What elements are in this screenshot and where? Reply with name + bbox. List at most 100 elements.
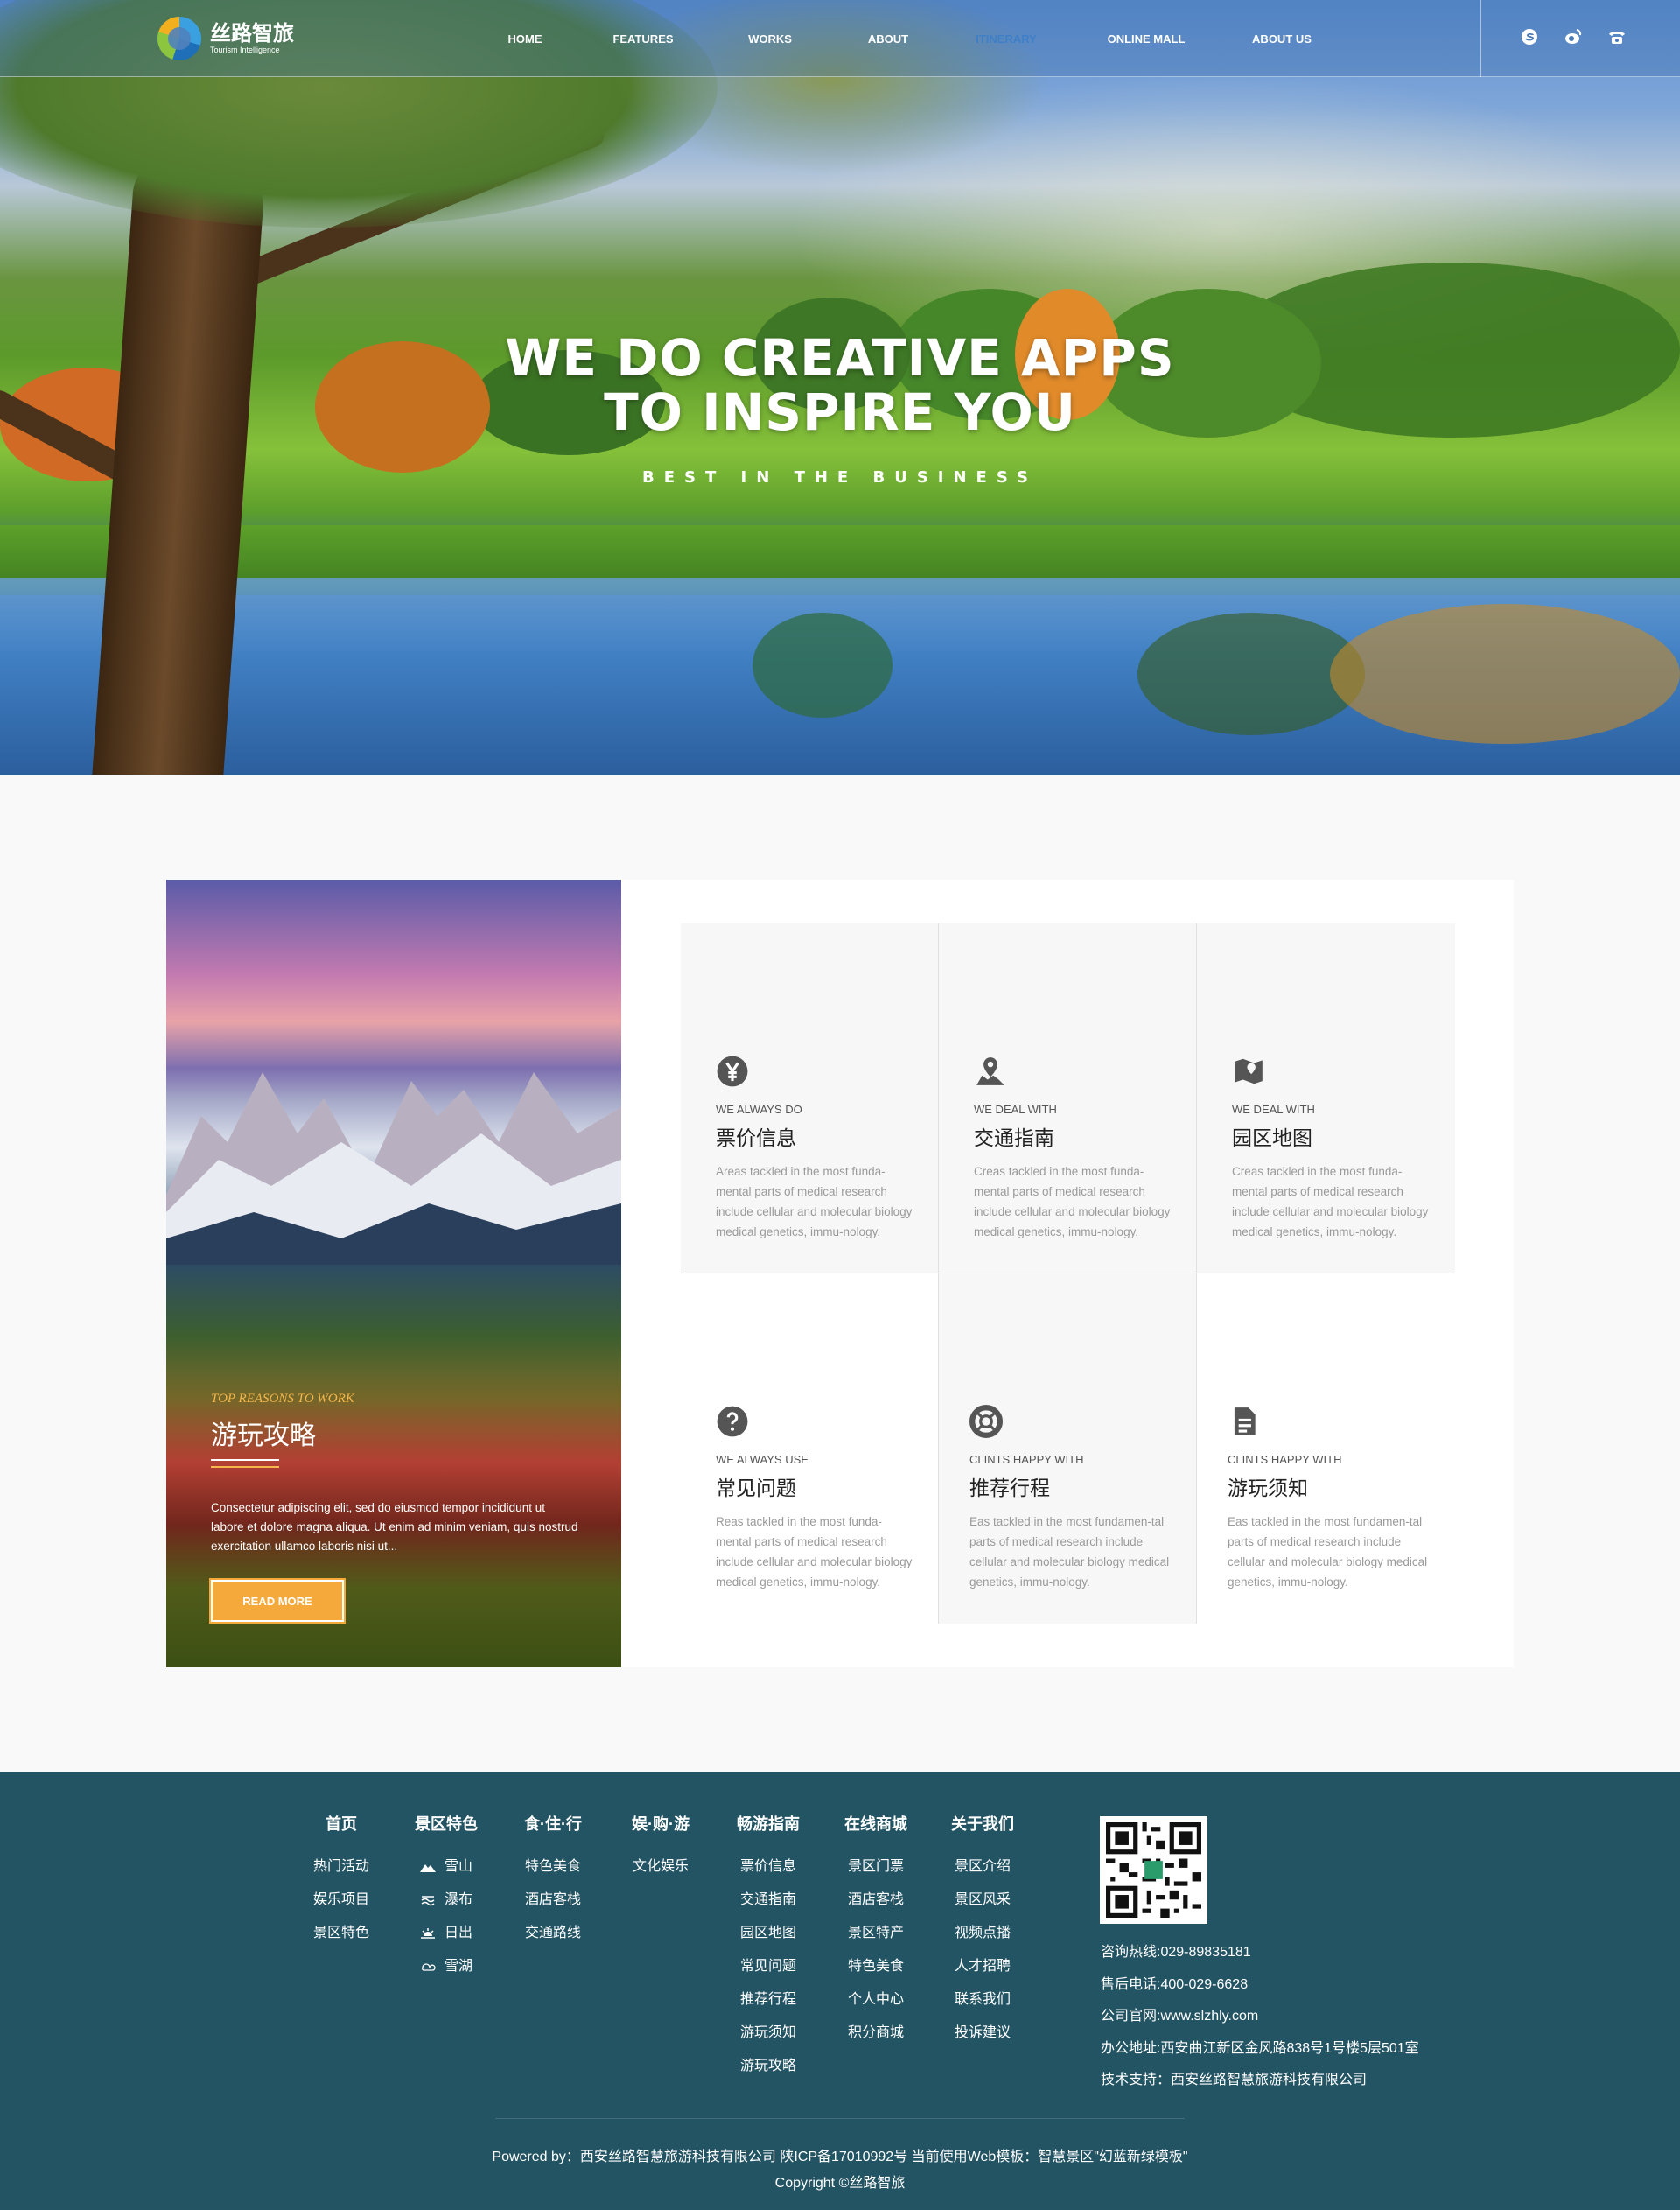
footer-link[interactable]: 积分商城 [832,2017,920,2050]
footer-link[interactable]: 园区地图 [724,1917,812,1950]
feature-kicker: WE DEAL WITH [1232,1103,1315,1116]
footer-col-mall: 在线商城 景区门票 酒店客栈 景区特产 特色美食 个人中心 积分商城 [832,1812,920,2050]
feature-card-itinerary[interactable]: CLINTS HAPPY WITH 推荐行程 Eas tackled in th… [939,1273,1197,1624]
footer-link[interactable]: 交通路线 [509,1917,597,1950]
main-menu: HOME FEATURES WORKS ABOUT ITINERARY ONLI… [472,0,1334,77]
nav-home[interactable]: HOME [472,0,578,77]
footer-link[interactable]: 热门活动 [298,1850,385,1884]
footer-link[interactable]: 酒店客栈 [832,1884,920,1917]
hero-title: WE DO CREATIVE APPS TO INSPIRE YOU [0,331,1680,439]
footer-link[interactable]: 特色美食 [832,1950,920,1983]
footer-col-food: 食·住·行 特色美食 酒店客栈 交通路线 [509,1812,597,1950]
footer-link-label: 雪湖 [444,1959,472,1974]
footer-link[interactable]: 瀑布 [402,1884,490,1917]
tree-reflection [1330,604,1680,744]
footer-link[interactable]: 推荐行程 [724,1983,812,2017]
footer-link[interactable]: 景区特色 [298,1917,385,1950]
footer-link[interactable]: 景区特产 [832,1917,920,1950]
promo-divider-accent [211,1466,279,1468]
footer-link[interactable]: 景区介绍 [939,1850,1026,1884]
feature-card-notice[interactable]: CLINTS HAPPY WITH 游玩须知 Eas tackled in th… [1197,1273,1455,1624]
feature-kicker: CLINTS HAPPY WITH [1228,1453,1342,1466]
feature-text: Creas tackled in the most funda-mental p… [974,1165,1171,1238]
footer-link[interactable]: 联系我们 [939,1983,1026,2017]
nav-divider [1480,0,1481,77]
footer-col-head[interactable]: 首页 [298,1812,385,1835]
contact-address: 办公地址:西安曲江新区金风路838号1号楼5层501室 [1101,2040,1419,2056]
footer-link[interactable]: 文化娱乐 [617,1850,704,1884]
footer-link[interactable]: 交通指南 [724,1884,812,1917]
feature-grid: WE ALWAYS DO 票价信息 Areas tackled in the m… [681,923,1455,1624]
footer-link[interactable]: 个人中心 [832,1983,920,2017]
feature-title: 园区地图 [1232,1126,1312,1149]
top-navbar: 丝路智旅 Tourism Intelligence HOME FEATURES … [0,0,1680,77]
nav-features[interactable]: FEATURES [591,0,696,77]
feature-title: 推荐行程 [970,1477,1050,1499]
footer-link[interactable]: 雪山 [402,1850,490,1884]
footer-col-head[interactable]: 娱·购·游 [617,1812,704,1835]
feature-card-tickets[interactable]: WE ALWAYS DO 票价信息 Areas tackled in the m… [681,923,939,1273]
nav-online-mall[interactable]: ONLINE MALL [1085,0,1208,77]
grid-divider [938,923,939,1624]
logo-text: 丝路智旅 Tourism Intelligence [210,22,294,55]
nav-itinerary[interactable]: ITINERARY [954,0,1059,77]
footer-link[interactable]: 票价信息 [724,1850,812,1884]
contact-website[interactable]: 公司官网:www.slzhly.com [1101,2001,1419,2033]
waterfall-icon [421,1896,435,1906]
social-icons [1519,26,1628,47]
map-pin-icon [976,1057,1004,1085]
footer-link[interactable]: 人才招聘 [939,1950,1026,1983]
footer-link[interactable]: 雪湖 [402,1950,490,1983]
footer-col-about: 关于我们 景区介绍 景区风采 视频点播 人才招聘 联系我们 投诉建议 [939,1812,1026,2050]
feature-card-transport[interactable]: WE DEAL WITH 交通指南 Creas tackled in the m… [939,923,1197,1273]
footer-link[interactable]: 常见问题 [724,1950,812,1983]
mountain-range-image [166,1072,621,1265]
hero-title-line1: WE DO CREATIVE APPS [505,328,1175,388]
phone-icon[interactable] [1606,26,1628,47]
logo-en: Tourism Intelligence [210,45,280,54]
promo-kicker: TOP REASONS TO WORK [211,1392,354,1406]
footer-link[interactable]: 游玩须知 [724,2017,812,2050]
site-footer: 首页 热门活动 娱乐项目 景区特色 景区特色 雪山 瀑布 日出 雪湖 食·住·行… [0,1772,1680,2210]
footer-link-label: 日出 [444,1926,472,1940]
footer-col-head[interactable]: 在线商城 [832,1812,920,1835]
read-more-button[interactable]: READ MORE [209,1578,346,1624]
feature-title: 游玩须知 [1228,1477,1308,1499]
contact-service-phone: 售后电话:400-029-6628 [1101,1976,1249,1992]
footer-col-head[interactable]: 关于我们 [939,1812,1026,1835]
skype-icon[interactable] [1519,26,1540,47]
logo[interactable]: 丝路智旅 Tourism Intelligence [158,16,298,61]
feature-card-faq[interactable]: WE ALWAYS USE 常见问题 Reas tackled in the m… [681,1273,939,1624]
promo-text: Consectetur adipiscing elit, sed do eius… [211,1501,578,1553]
mountain-icon [419,1864,436,1872]
sunrise-icon [420,1928,435,1939]
footer-link[interactable]: 日出 [402,1917,490,1950]
footer-col-home: 首页 热门活动 娱乐项目 景区特色 [298,1812,385,1950]
footer-col-head[interactable]: 畅游指南 [724,1812,812,1835]
feature-section: TOP REASONS TO WORK 游玩攻略 Consectetur adi… [166,880,1514,1667]
footer-link[interactable]: 娱乐项目 [298,1884,385,1917]
footer-col-head[interactable]: 景区特色 [402,1812,490,1835]
nav-about[interactable]: ABOUT [836,0,941,77]
feature-kicker: CLINTS HAPPY WITH [970,1453,1084,1466]
footer-col-head[interactable]: 食·住·行 [509,1812,597,1835]
qr-code [1100,1816,1208,1924]
nav-works[interactable]: WORKS [718,0,822,77]
yen-icon [717,1056,748,1087]
weibo-icon[interactable] [1563,26,1584,47]
footer-link[interactable]: 游玩攻略 [724,2050,812,2083]
footer-link[interactable]: 投诉建议 [939,2017,1026,2050]
feature-title: 交通指南 [974,1126,1054,1149]
footer-link[interactable]: 视频点播 [939,1917,1026,1950]
footer-col-entertainment: 娱·购·游 文化娱乐 [617,1812,704,1884]
footer-link[interactable]: 景区门票 [832,1850,920,1884]
feature-text: Areas tackled in the most funda-mental p… [716,1165,913,1238]
footer-link[interactable]: 特色美食 [509,1850,597,1884]
footer-link[interactable]: 酒店客栈 [509,1884,597,1917]
footer-link[interactable]: 景区风采 [939,1884,1026,1917]
footer-link-label: 瀑布 [444,1892,472,1907]
promo-divider [211,1459,279,1461]
contact-hotline: 咨询热线:029-89835181 [1101,1945,1251,1960]
nav-about-us[interactable]: ABOUT US [1229,0,1334,77]
feature-card-map[interactable]: WE DEAL WITH 园区地图 Creas tackled in the m… [1197,923,1455,1273]
